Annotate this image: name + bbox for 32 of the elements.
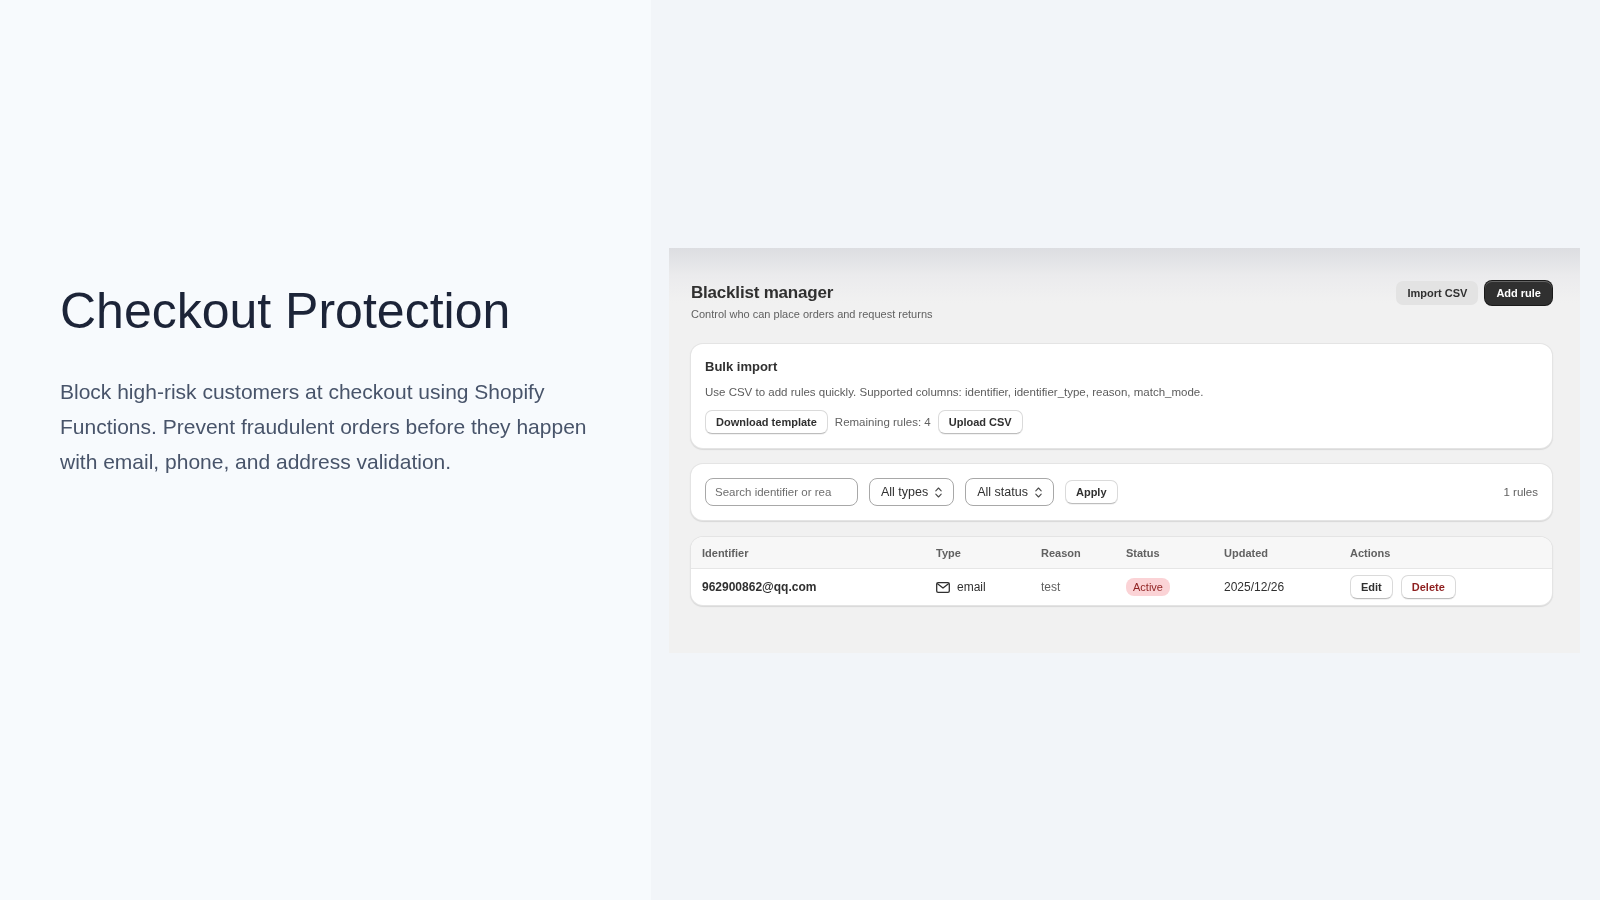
filter-dropdown[interactable]: All status	[965, 478, 1054, 506]
column-header: Reason	[1041, 546, 1081, 559]
primary-button[interactable]: Add rule	[1485, 281, 1552, 305]
hero-heading: Checkout Protection	[60, 282, 511, 341]
delete-button[interactable]: Delete	[1400, 575, 1456, 599]
page-title: Blacklist manager	[691, 283, 834, 303]
column-header: Updated	[1224, 546, 1268, 559]
page-subtitle: Control who can place orders and request returns	[691, 307, 933, 321]
column-header: Identifier	[702, 546, 749, 559]
column-header: Actions	[1350, 546, 1391, 559]
envelope-icon	[936, 581, 950, 593]
chevron-up-down-icon	[1034, 486, 1042, 498]
import-button[interactable]: Download template	[705, 410, 828, 434]
rule-count: 1 rules	[1503, 486, 1538, 498]
table-cell: test	[1041, 580, 1061, 594]
remaining-count: Remaining rules: 4	[834, 416, 931, 428]
chevron-up-down-icon	[935, 486, 943, 498]
apply-button[interactable]: Apply	[1064, 480, 1118, 504]
column-header: Status	[1126, 546, 1160, 559]
search-field[interactable]: Search identifier or rea	[705, 478, 858, 506]
table-cell: 2025/12/26	[1224, 580, 1285, 594]
status-badge: Active	[1126, 578, 1170, 596]
table-cell: email	[957, 580, 986, 594]
secondary-button[interactable]: Import CSV	[1396, 281, 1479, 305]
hero-description: Block high-risk customers at checkout using Shopify Functions. Prevent fraudulent orders before they happen with email, phone, and address validation.	[60, 379, 588, 475]
card-description: Use CSV to add rules quickly. Supported columns: identifier, identifier_type, reason, match_mode.	[705, 385, 1204, 400]
edit-button[interactable]: Edit	[1350, 575, 1393, 599]
column-header: Type	[936, 546, 961, 559]
table-cell: 962900862@qq.com	[702, 580, 817, 594]
import-button[interactable]: Upload CSV	[937, 410, 1023, 434]
filter-dropdown[interactable]: All types	[869, 478, 955, 506]
card-title: Bulk import	[705, 358, 778, 376]
